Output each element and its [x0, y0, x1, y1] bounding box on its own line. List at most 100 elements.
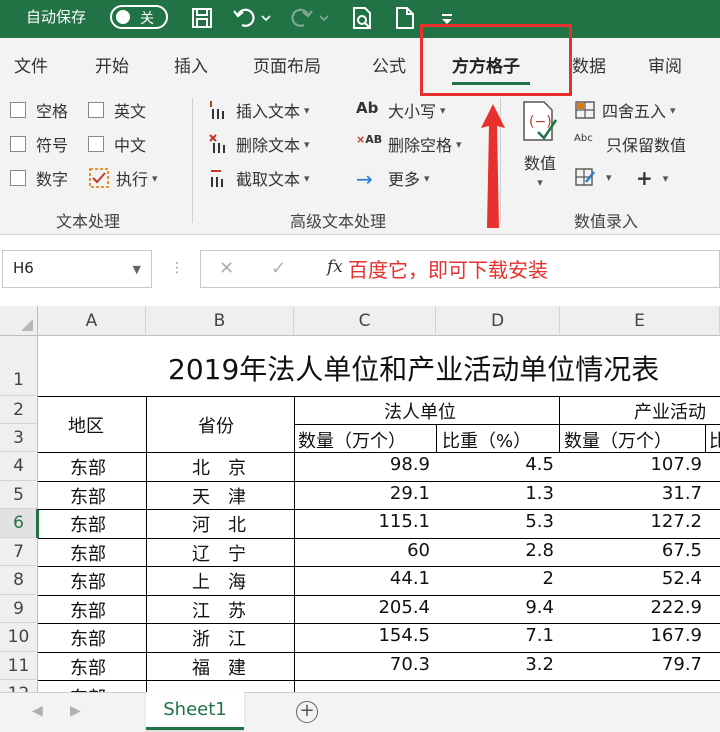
checkbox-english[interactable]: 英文: [88, 98, 146, 122]
more-button[interactable]: → 更多 ▾: [356, 166, 430, 191]
column-header-e[interactable]: E: [560, 306, 720, 336]
header-region[interactable]: 地区: [68, 412, 104, 438]
header-province[interactable]: 省份: [198, 412, 234, 438]
cell-region[interactable]: 东部: [70, 454, 130, 480]
cell-count2[interactable]: 67.5: [562, 540, 702, 561]
cell-count2[interactable]: 222.9: [562, 597, 702, 618]
confirm-icon[interactable]: ✓: [271, 258, 286, 279]
row-header-10[interactable]: 10: [0, 623, 38, 652]
plus-button[interactable]: + ▾: [636, 166, 668, 190]
checkbox-box[interactable]: [10, 170, 26, 186]
cell-province[interactable]: 天 津: [192, 483, 272, 509]
scroll-left-icon[interactable]: ◀: [32, 703, 43, 719]
cell-share[interactable]: 2: [438, 568, 554, 589]
round-button[interactable]: 四舍五入 ▾: [574, 98, 676, 122]
header-count2[interactable]: 数量（万个）: [564, 427, 672, 453]
tab-formulas[interactable]: 公式: [372, 52, 406, 77]
tab-home[interactable]: 开始: [95, 52, 129, 77]
extract-text-button[interactable]: 截取文本 ▾: [208, 166, 310, 190]
sheet-tab-sheet1[interactable]: Sheet1: [146, 692, 244, 730]
value-button[interactable]: (−) 数值 ▾: [520, 100, 560, 189]
header-share2[interactable]: 比: [709, 427, 720, 453]
delete-text-button[interactable]: 删除文本 ▾: [208, 132, 310, 156]
tab-file[interactable]: 文件: [14, 52, 48, 77]
cell-count[interactable]: 60: [296, 540, 430, 561]
cell-count[interactable]: 205.4: [296, 597, 430, 618]
header-legal-units[interactable]: 法人单位: [384, 398, 456, 424]
checkbox-box[interactable]: [10, 136, 26, 152]
row-header-12[interactable]: 12: [0, 680, 38, 692]
tab-review[interactable]: 审阅: [648, 52, 682, 77]
cell-share[interactable]: 9.4: [438, 597, 554, 618]
cell-share[interactable]: 7.1: [438, 625, 554, 646]
cell-share[interactable]: 3.2: [438, 654, 554, 675]
row-header-2[interactable]: 2: [0, 396, 38, 424]
scroll-right-icon[interactable]: ▶: [70, 703, 81, 719]
cell-region[interactable]: 东部: [70, 483, 130, 509]
cell-province[interactable]: 福 建: [192, 654, 272, 680]
cancel-icon[interactable]: ✕: [219, 258, 234, 279]
add-sheet-icon[interactable]: +: [296, 701, 318, 723]
delete-space-button[interactable]: ×AB 删除空格 ▾: [356, 132, 462, 156]
row-header-1[interactable]: 1: [0, 336, 38, 396]
cell-province[interactable]: 江 苏: [192, 597, 272, 623]
checkbox-box[interactable]: [88, 102, 104, 118]
cell-region[interactable]: 东部: [70, 568, 130, 594]
checkbox-box[interactable]: [10, 102, 26, 118]
cell-count2[interactable]: 79.7: [562, 654, 702, 675]
cell-count2[interactable]: 107.9: [562, 454, 702, 475]
cell-province[interactable]: 北 京: [192, 454, 272, 480]
cell-count[interactable]: 98.9: [296, 454, 430, 475]
cell-count[interactable]: 29.1: [296, 483, 430, 504]
spreadsheet-grid[interactable]: A B C D E 1 2 3 4 5 6 7 8 9 10 11 12 201…: [0, 306, 720, 692]
select-all-corner[interactable]: [0, 306, 38, 336]
row-header-11[interactable]: 11: [0, 651, 38, 680]
header-share[interactable]: 比重（%）: [442, 427, 531, 453]
column-header-b[interactable]: B: [146, 306, 294, 336]
column-header-a[interactable]: A: [38, 306, 146, 336]
cell-region[interactable]: 东部: [70, 625, 130, 651]
cell-count[interactable]: 154.5: [296, 625, 430, 646]
insert-function-icon[interactable]: fx: [327, 257, 343, 277]
table-title[interactable]: 2019年法人单位和产业活动单位情况表: [168, 348, 659, 388]
cell-province[interactable]: 上 海: [192, 568, 272, 594]
checkbox-symbol[interactable]: 符号: [10, 132, 68, 156]
row-header-3[interactable]: 3: [0, 424, 38, 452]
checkbox-chinese[interactable]: 中文: [88, 132, 146, 156]
cell-count[interactable]: 44.1: [296, 568, 430, 589]
cell-count2[interactable]: 52.4: [562, 568, 702, 589]
row-header-5[interactable]: 5: [0, 480, 38, 509]
execute-button[interactable]: 执行 ▾: [88, 166, 158, 190]
checkbox-box[interactable]: [88, 136, 104, 152]
insert-text-button[interactable]: 插入文本 ▾: [208, 98, 310, 122]
chevron-down-icon[interactable]: ▼: [133, 263, 141, 276]
cell-count[interactable]: 115.1: [296, 511, 430, 532]
cell-region[interactable]: 东部: [70, 597, 130, 623]
cell-region[interactable]: 东部: [70, 540, 130, 566]
cell-region[interactable]: 东部: [70, 511, 130, 537]
cell-share[interactable]: 4.5: [438, 454, 554, 475]
fill-options-button[interactable]: ▾: [574, 166, 612, 188]
tab-page-layout[interactable]: 页面布局: [253, 52, 321, 77]
header-industry-units[interactable]: 产业活动: [634, 398, 706, 424]
autosave-toggle[interactable]: 关: [110, 5, 168, 29]
row-header-6[interactable]: 6: [0, 509, 38, 538]
column-header-d[interactable]: D: [436, 306, 560, 336]
case-button[interactable]: Ab 大小写 ▾: [356, 98, 446, 122]
cell-province[interactable]: 浙 江: [192, 625, 272, 651]
row-header-8[interactable]: 8: [0, 566, 38, 595]
keep-value-button[interactable]: Abc 只保留数值: [574, 132, 686, 156]
save-icon[interactable]: [188, 4, 216, 32]
row-header-9[interactable]: 9: [0, 594, 38, 623]
cell-region[interactable]: 东部: [70, 654, 130, 680]
print-preview-icon[interactable]: [348, 4, 376, 32]
tab-data[interactable]: 数据: [572, 52, 606, 77]
partial-row-cell[interactable]: 东部: [70, 684, 106, 692]
column-header-c[interactable]: C: [294, 306, 436, 336]
new-file-icon[interactable]: [392, 4, 418, 32]
cell-province[interactable]: 辽 宁: [192, 540, 272, 566]
undo-icon[interactable]: [230, 4, 274, 32]
tab-insert[interactable]: 插入: [174, 52, 208, 77]
row-header-7[interactable]: 7: [0, 537, 38, 566]
name-box[interactable]: H6 ▼: [2, 250, 152, 288]
